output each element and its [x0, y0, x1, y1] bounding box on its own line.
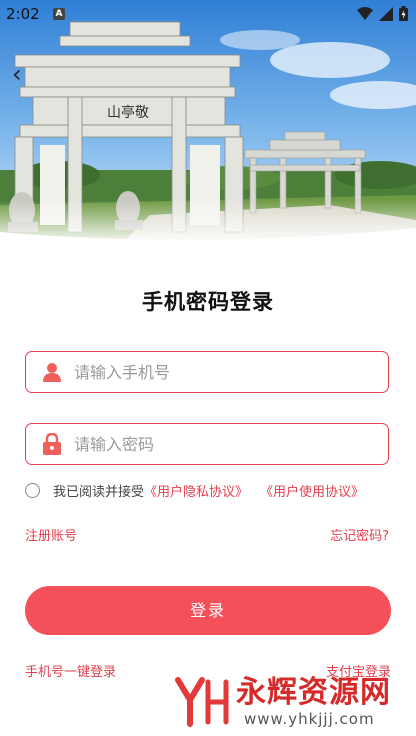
user-icon — [40, 360, 64, 384]
phone-input[interactable] — [74, 362, 388, 382]
status-bar: 2:02 A — [0, 0, 416, 30]
signal-icon — [379, 6, 393, 21]
agreement-row: 我已阅读并接受 《用户隐私协议》 《用户使用协议》 — [25, 481, 364, 500]
gate-plaque-text: 山亭敬 — [107, 104, 149, 121]
agree-checkbox[interactable] — [25, 483, 40, 498]
password-field[interactable] — [25, 423, 389, 465]
status-icons — [357, 6, 408, 21]
register-link[interactable]: 注册账号 — [25, 525, 77, 544]
notification-icon: A — [53, 8, 65, 20]
watermark-title: 永辉资源网 — [236, 675, 391, 710]
forgot-password-link[interactable]: 忘记密码? — [330, 525, 389, 544]
lock-icon — [40, 432, 64, 456]
hero-banner: 山亭敬 — [0, 0, 416, 245]
privacy-policy-link[interactable]: 《用户隐私协议》 — [144, 481, 248, 500]
login-button[interactable]: 登录 — [25, 586, 391, 635]
page-title: 手机密码登录 — [142, 290, 274, 314]
phone-one-click-login-link[interactable]: 手机号一键登录 — [25, 661, 116, 680]
password-input[interactable] — [74, 434, 388, 454]
back-arrow-icon[interactable]: ‹ — [12, 62, 22, 86]
battery-icon — [399, 6, 408, 21]
agreement-text: 我已阅读并接受 — [53, 485, 145, 500]
wifi-icon — [357, 7, 373, 20]
watermark: 永辉资源网 www.yhkjjj.com — [174, 676, 391, 728]
watermark-text: 永辉资源网 www.yhkjjj.com — [236, 675, 391, 729]
phone-field[interactable] — [25, 351, 389, 393]
watermark-logo-icon — [175, 677, 229, 727]
status-time: 2:02 — [6, 5, 40, 23]
terms-of-use-link[interactable]: 《用户使用协议》 — [260, 481, 364, 500]
watermark-url: www.yhkjjj.com — [244, 710, 375, 728]
gate-photo: 山亭敬 — [0, 0, 416, 245]
